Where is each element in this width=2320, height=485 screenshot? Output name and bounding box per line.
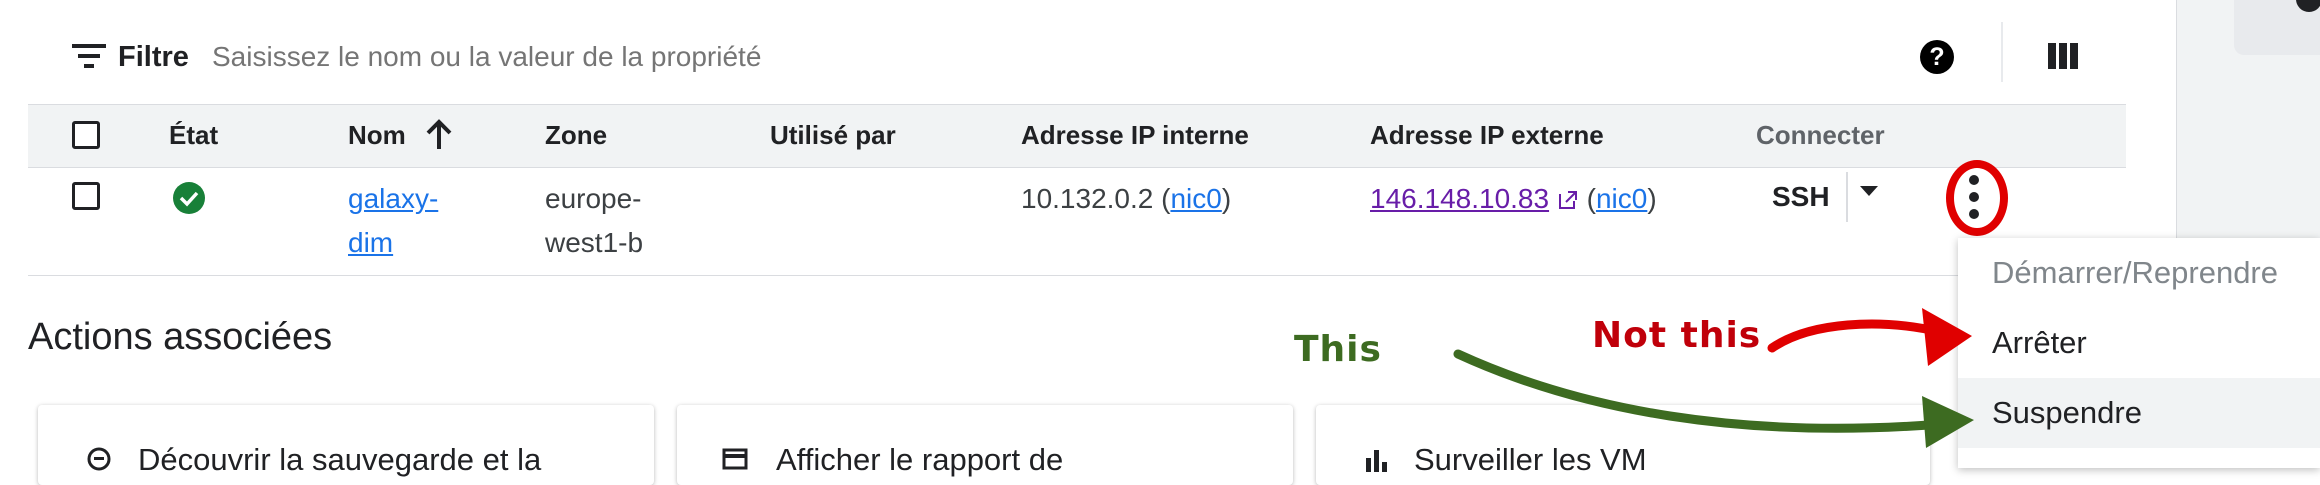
toolbar-divider [2001, 22, 2003, 82]
annotation-this-label: This [1294, 329, 1382, 370]
column-header-state[interactable]: État [169, 120, 218, 150]
row-checkbox[interactable] [72, 182, 100, 210]
column-header-external-ip[interactable]: Adresse IP externe [1370, 120, 1604, 150]
instance-name-link[interactable]: galaxy- dim [348, 177, 438, 265]
menu-item-suspend[interactable]: Suspendre [1958, 378, 2320, 448]
column-display-icon[interactable] [2048, 41, 2078, 71]
internal-ip-value: 10.132.0.2 [1021, 183, 1154, 214]
help-icon[interactable]: ? [1920, 40, 1954, 74]
not-this-arrow [1767, 319, 1945, 353]
external-ip-link[interactable]: 146.148.10.83 [1370, 183, 1549, 214]
section-title: Actions associées [28, 316, 333, 358]
card-monitoring-label[interactable]: Surveiller les VM [1414, 440, 1647, 480]
row-divider [28, 275, 2126, 276]
highlight-circle-annotation [1946, 160, 2008, 236]
select-all-checkbox[interactable] [72, 121, 100, 149]
column-header-used-by[interactable]: Utilisé par [770, 120, 896, 150]
filter-label[interactable]: Filtre [118, 40, 189, 74]
ssh-divider [1846, 172, 1848, 222]
annotation-not-this-label: Not this [1592, 315, 1762, 356]
internal-ip-cell: 10.132.0.2 (nic0) [1021, 183, 1232, 214]
open-in-new-icon[interactable] [1557, 189, 1579, 211]
instance-zone: europe- west1-b [545, 177, 643, 265]
filter-search-input[interactable] [212, 40, 1112, 74]
column-header-name[interactable]: Nom [348, 120, 406, 150]
ssh-button[interactable]: SSH [1772, 180, 1830, 214]
zone-line1: europe- [545, 183, 642, 214]
column-header-connect: Connecter [1756, 120, 1885, 150]
column-header-zone[interactable]: Zone [545, 120, 607, 150]
menu-item-stop[interactable]: Arrêter [1958, 308, 2320, 378]
status-ok-icon [173, 182, 205, 214]
card-backup-label[interactable]: Découvrir la sauvegarde et la [138, 440, 541, 480]
column-header-internal-ip[interactable]: Adresse IP interne [1021, 120, 1249, 150]
sort-ascending-icon[interactable] [422, 118, 456, 152]
card-billing-label[interactable]: Afficher le rapport de [776, 440, 1063, 480]
zone-line2: west1-b [545, 227, 644, 258]
billing-card-icon [722, 448, 748, 470]
internal-nic-link[interactable]: nic0 [1170, 183, 1221, 214]
external-nic-link[interactable]: nic0 [1596, 183, 1647, 214]
external-ip-cell: 146.148.10.83 (nic0) [1370, 183, 1657, 214]
ssh-dropdown-icon[interactable] [1860, 186, 1878, 196]
instance-actions-menu: Démarrer/Reprendre Arrêter Suspendre [1958, 238, 2320, 468]
backup-icon [87, 447, 111, 471]
filter-icon[interactable] [72, 42, 106, 70]
menu-item-start-resume: Démarrer/Reprendre [1992, 255, 2278, 290]
monitoring-bars-icon [1366, 450, 1387, 472]
instance-name-line2[interactable]: dim [348, 227, 393, 258]
instance-name-line1[interactable]: galaxy- [348, 183, 438, 214]
